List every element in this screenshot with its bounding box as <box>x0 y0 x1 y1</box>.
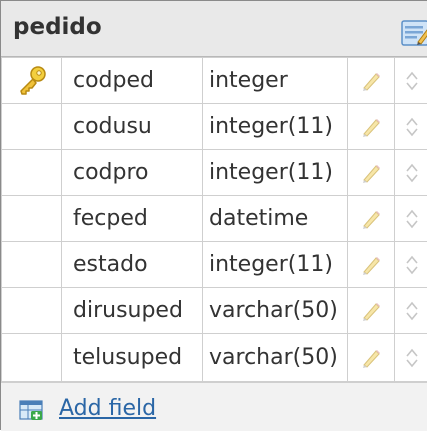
fields-table: codpedintegercodusuinteger(11)codprointe… <box>1 57 427 382</box>
table-footer: Add field <box>1 382 427 431</box>
pencil-icon[interactable] <box>348 58 395 104</box>
field-type: datetime <box>203 196 348 242</box>
field-row: codpedinteger <box>2 58 427 104</box>
key-cell <box>2 242 62 288</box>
add-field-icon[interactable] <box>19 399 44 421</box>
up-down-arrows-icon[interactable] <box>395 288 427 334</box>
field-name: dirusuped <box>62 288 203 334</box>
field-row: dirusupedvarchar(50) <box>2 288 427 334</box>
pencil-icon[interactable] <box>348 288 395 334</box>
pencil-icon[interactable] <box>348 196 395 242</box>
field-name: telusuped <box>62 334 203 382</box>
field-row: codprointeger(11) <box>2 150 427 196</box>
field-type: integer(11) <box>203 150 348 196</box>
pencil-icon[interactable] <box>348 104 395 150</box>
up-down-arrows-icon[interactable] <box>395 196 427 242</box>
field-row: estadointeger(11) <box>2 242 427 288</box>
field-name: fecped <box>62 196 203 242</box>
field-type: integer <box>203 58 348 104</box>
field-name: codusu <box>62 104 203 150</box>
key-cell <box>2 104 62 150</box>
key-icon <box>2 58 62 104</box>
up-down-arrows-icon[interactable] <box>395 58 427 104</box>
field-type: integer(11) <box>203 104 348 150</box>
up-down-arrows-icon[interactable] <box>395 150 427 196</box>
up-down-arrows-icon[interactable] <box>395 334 427 382</box>
field-row: fecpeddatetime <box>2 196 427 242</box>
edit-table-icon[interactable] <box>401 18 427 46</box>
pencil-icon[interactable] <box>348 242 395 288</box>
field-name: codped <box>62 58 203 104</box>
field-row: telusupedvarchar(50) <box>2 334 427 382</box>
field-row: codusuinteger(11) <box>2 104 427 150</box>
field-name: codpro <box>62 150 203 196</box>
table-panel: pedido codpedintegercodusuinteger(11)cod… <box>0 0 427 430</box>
add-field-link[interactable]: Add field <box>59 396 156 421</box>
field-type: varchar(50) <box>203 288 348 334</box>
pencil-icon[interactable] <box>348 334 395 382</box>
field-type: varchar(50) <box>203 334 348 382</box>
key-cell <box>2 288 62 334</box>
up-down-arrows-icon[interactable] <box>395 104 427 150</box>
table-header: pedido <box>1 1 427 57</box>
table-title: pedido <box>13 14 102 40</box>
key-cell <box>2 334 62 382</box>
key-cell <box>2 150 62 196</box>
key-cell <box>2 196 62 242</box>
field-name: estado <box>62 242 203 288</box>
field-type: integer(11) <box>203 242 348 288</box>
up-down-arrows-icon[interactable] <box>395 242 427 288</box>
pencil-icon[interactable] <box>348 150 395 196</box>
